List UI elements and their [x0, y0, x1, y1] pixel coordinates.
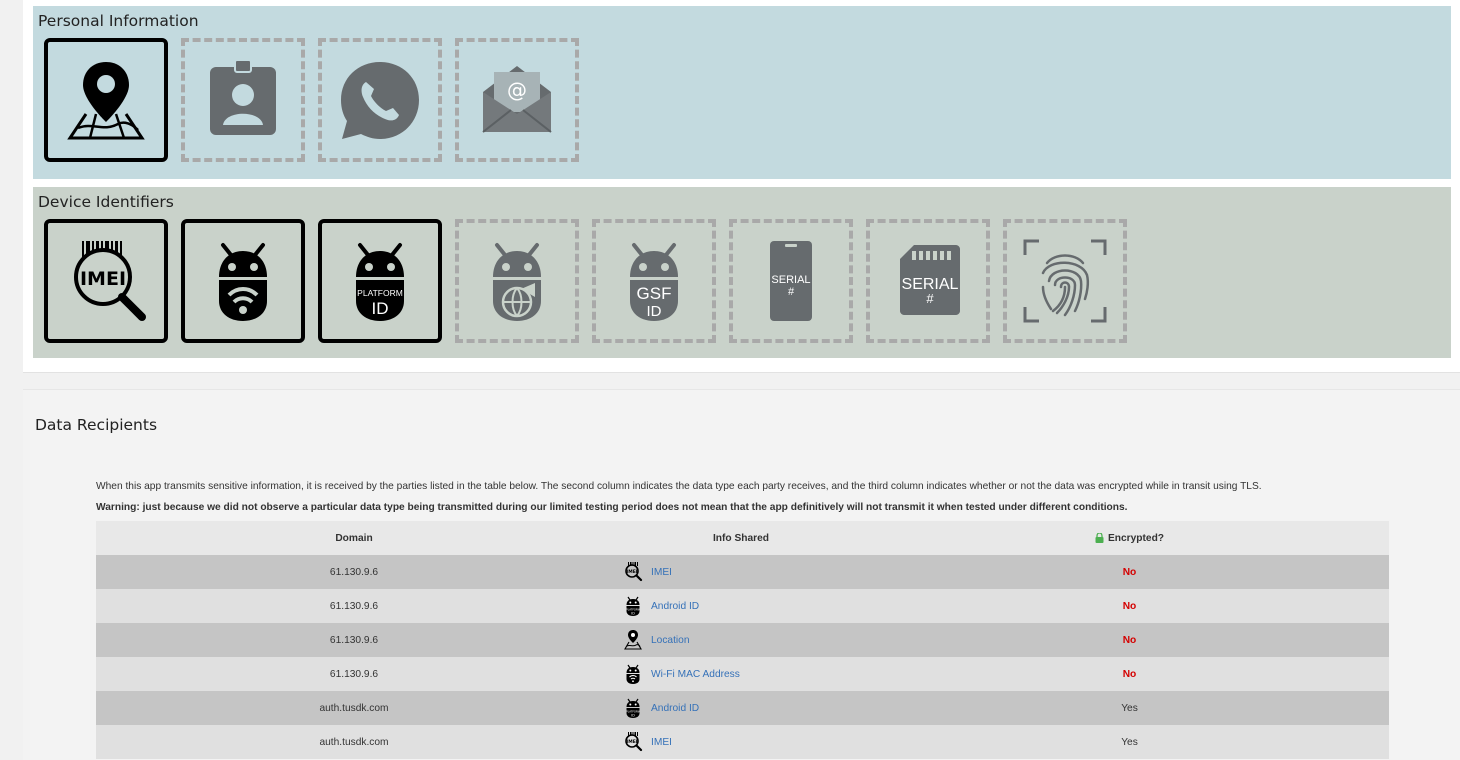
domain-cell: 61.130.9.6 — [329, 600, 379, 612]
table-row: auth.tusdk.com IMEI IMEI Yes — [96, 725, 1389, 759]
contacts-icon — [210, 59, 276, 135]
info-shared-cell: IMEI IMEI — [623, 725, 672, 759]
encrypted-cell: No — [870, 555, 1389, 589]
domain-cell: 61.130.9.6 — [329, 566, 379, 578]
svg-text:ID: ID — [372, 299, 389, 318]
wifi-mac-icon — [623, 663, 643, 685]
encrypted-cell: Yes — [870, 725, 1389, 759]
device-identifiers-section: Device Identifiers IMEI PLATFORM ID GSF … — [33, 187, 1451, 358]
encrypted-cell: No — [870, 589, 1389, 623]
domain-cell: auth.tusdk.com — [319, 736, 389, 748]
imei-icon: IMEI — [623, 561, 643, 583]
android-id-icon: PLATFORM ID — [623, 697, 643, 719]
advertising-id-tile[interactable] — [455, 219, 579, 343]
wifi-mac-tile[interactable] — [181, 219, 305, 343]
info-shared-link[interactable]: Android ID — [651, 601, 699, 612]
fingerprint-icon — [1023, 239, 1107, 323]
info-shared-link[interactable]: Android ID — [651, 703, 699, 714]
table-row: 61.130.9.6 Wi-Fi MAC Address No — [96, 657, 1389, 691]
svg-text:IMEI: IMEI — [627, 569, 638, 575]
encrypted-value: No — [1122, 634, 1137, 646]
svg-text:#: # — [926, 291, 934, 306]
info-shared-cell: PLATFORM ID Android ID — [623, 589, 699, 623]
android-id-icon: PLATFORM ID — [356, 243, 404, 321]
sim-serial-icon: SERIAL # — [900, 245, 960, 315]
table-row: 61.130.9.6 IMEI IMEI No — [96, 555, 1389, 589]
email-tile[interactable]: @ — [455, 38, 579, 162]
info-shared-link[interactable]: Location — [651, 635, 690, 646]
fingerprint-tile[interactable] — [1003, 219, 1127, 343]
table-header-row: Domain Info Shared Encrypted? — [96, 521, 1389, 555]
info-shared-link[interactable]: IMEI — [651, 567, 672, 578]
location-icon — [67, 62, 145, 140]
imei-icon: IMEI — [74, 241, 146, 321]
info-shared-cell: PLATFORM ID Android ID — [623, 691, 699, 725]
data-recipients-title: Data Recipients — [35, 416, 158, 434]
encrypted-value: Yes — [1121, 736, 1138, 748]
svg-text:@: @ — [507, 78, 527, 102]
personal-information-title: Personal Information — [38, 12, 199, 30]
wifi-mac-icon — [219, 243, 267, 321]
domain-cell: auth.tusdk.com — [319, 702, 389, 714]
phone-serial-tile[interactable]: SERIAL # — [729, 219, 853, 343]
advertising-id-icon — [493, 243, 541, 321]
svg-text:PLATFORM: PLATFORM — [357, 288, 403, 298]
location-icon — [623, 629, 643, 651]
svg-text:IMEI: IMEI — [627, 739, 638, 745]
phone-icon — [341, 62, 419, 139]
info-shared-link[interactable]: IMEI — [651, 737, 672, 748]
encrypted-header-label: Encrypted? — [1107, 532, 1165, 544]
info-shared-link[interactable]: Wi-Fi MAC Address — [651, 669, 740, 680]
phone-serial-icon: SERIAL # — [770, 241, 812, 321]
lock-icon — [1095, 533, 1104, 543]
info-shared-cell: IMEI IMEI — [623, 555, 672, 589]
svg-text:IMEI: IMEI — [80, 268, 126, 290]
domain-cell: 61.130.9.6 — [329, 668, 379, 680]
svg-text:GSF: GSF — [637, 284, 672, 303]
svg-text:ID: ID — [631, 713, 635, 717]
encrypted-cell: No — [870, 623, 1389, 657]
table-row: auth.tusdk.com PLATFORM ID Android ID Yes — [96, 691, 1389, 725]
info-shared-header: Info Shared — [712, 532, 770, 544]
encrypted-value: No — [1122, 668, 1137, 680]
imei-icon: IMEI — [623, 731, 643, 753]
recipients-table: Domain Info Shared Encrypted? 61.130.9.6… — [96, 521, 1389, 759]
recipients-intro-text: When this app transmits sensitive inform… — [96, 481, 1262, 492]
personal-information-section: Personal Information @ — [33, 6, 1451, 179]
phone-tile[interactable] — [318, 38, 442, 162]
svg-text:ID: ID — [631, 611, 635, 615]
encrypted-cell: No — [870, 657, 1389, 691]
encrypted-value: Yes — [1121, 702, 1138, 714]
encrypted-value: No — [1122, 566, 1137, 578]
domain-cell: 61.130.9.6 — [329, 634, 379, 646]
device-identifiers-title: Device Identifiers — [38, 193, 174, 211]
recipients-warning-text: Warning: just because we did not observe… — [96, 502, 1128, 513]
svg-text:ID: ID — [647, 303, 662, 320]
sim-serial-tile[interactable]: SERIAL # — [866, 219, 990, 343]
location-tile[interactable] — [44, 38, 168, 162]
email-icon: @ — [482, 66, 552, 133]
info-shared-cell: Wi-Fi MAC Address — [623, 657, 740, 691]
imei-tile[interactable]: IMEI — [44, 219, 168, 343]
table-row: 61.130.9.6 PLATFORM ID Android ID No — [96, 589, 1389, 623]
contacts-tile[interactable] — [181, 38, 305, 162]
encrypted-cell: Yes — [870, 691, 1389, 725]
table-row: 61.130.9.6 Location No — [96, 623, 1389, 657]
encrypted-value: No — [1122, 600, 1137, 612]
info-shared-cell: Location — [623, 623, 690, 657]
android-id-icon: PLATFORM ID — [623, 595, 643, 617]
svg-text:#: # — [788, 286, 795, 298]
gsf-id-tile[interactable]: GSF ID — [592, 219, 716, 343]
encrypted-header: Encrypted? — [870, 521, 1389, 555]
gsf-id-icon: GSF ID — [630, 243, 678, 321]
android-id-tile[interactable]: PLATFORM ID — [318, 219, 442, 343]
domain-header: Domain — [335, 532, 373, 544]
svg-text:SERIAL: SERIAL — [771, 274, 810, 286]
